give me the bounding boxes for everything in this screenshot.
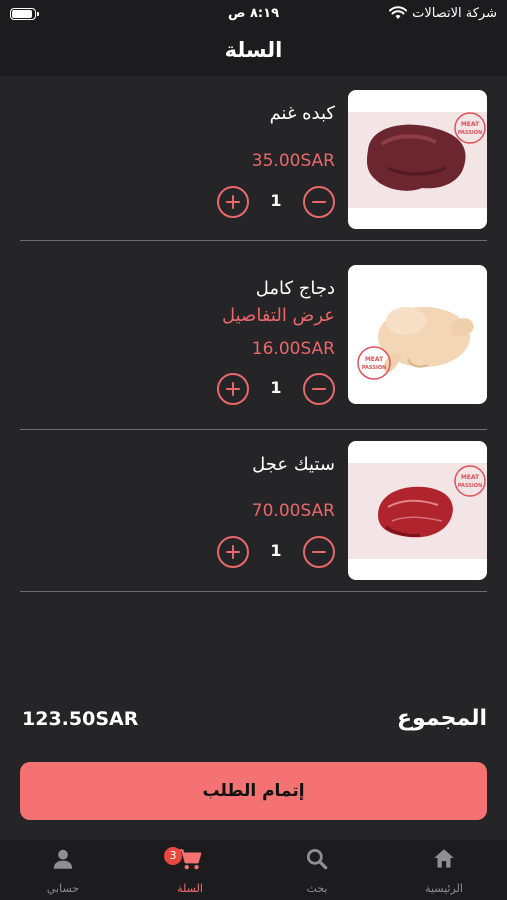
svg-text:MEAT: MEAT [461,121,480,128]
svg-text:MEAT: MEAT [461,474,480,481]
quantity-stepper: 1 [217,536,335,570]
quantity-value: 1 [270,378,282,397]
status-bar: ٨:١٩ ص شركة الاتصالات [0,0,507,28]
svg-text:PASSION: PASSION [458,483,482,489]
tab-account[interactable]: حسابي [0,840,126,900]
tab-cart[interactable]: السلة [127,840,253,900]
svg-text:PASSION: PASSION [362,365,386,371]
quantity-stepper: 1 [217,186,335,220]
wifi-icon [389,6,407,19]
increase-quantity-button[interactable] [217,186,249,218]
cart-count-badge: 3 [164,847,182,865]
cart-item: MEAT PASSION دجاج كامل عرض التفاصيل 16.0… [20,265,487,415]
page-title: السلة [224,38,283,62]
tab-label: الرئيسية [425,882,463,895]
item-price: 70.00SAR [251,501,335,521]
carrier-name: شركة الاتصالات [412,6,497,21]
item-name: ستيك عجل [252,454,335,475]
increase-quantity-button[interactable] [217,373,249,405]
item-name: كبده غنم [269,103,335,124]
page-header: السلة [0,28,507,76]
tab-bar: الرئيسية بحث السلة حسابي 3 [0,840,507,900]
view-details-link[interactable]: عرض التفاصيل [222,305,335,326]
svg-text:MEAT: MEAT [365,356,384,363]
item-name: دجاج كامل [255,278,335,299]
increase-quantity-button[interactable] [217,536,249,568]
home-icon [434,849,454,868]
decrease-quantity-button[interactable] [303,536,335,568]
checkout-button[interactable]: إتمام الطلب [20,762,487,820]
product-image-whole-chicken[interactable]: MEAT PASSION [348,265,487,404]
product-image-veal-steak[interactable]: MEAT PASSION [348,441,487,580]
tab-label: حسابي [46,882,80,895]
quantity-value: 1 [270,541,282,560]
search-icon [306,848,328,870]
quantity-value: 1 [270,191,282,210]
item-price: 16.00SAR [251,339,335,359]
person-icon [53,849,73,869]
tab-label: السلة [177,882,203,895]
divider [20,240,487,241]
product-image-lamb-liver[interactable]: MEAT PASSION [348,90,487,229]
decrease-quantity-button[interactable] [303,186,335,218]
decrease-quantity-button[interactable] [303,373,335,405]
tab-label: بحث [306,882,328,895]
tab-home[interactable]: الرئيسية [381,840,507,900]
item-price: 35.00SAR [251,151,335,171]
total-label: المجموع [397,706,487,731]
svg-text:PASSION: PASSION [458,130,482,136]
cart-item: MEAT PASSION كبده غنم 35.00SAR 1 [20,90,487,240]
tab-search[interactable]: بحث [254,840,380,900]
total-value: 123.50SAR [22,708,139,730]
divider [20,591,487,592]
quantity-stepper: 1 [217,373,335,407]
divider [20,429,487,430]
cart-item: MEAT PASSION ستيك عجل 70.00SAR 1 [20,441,487,591]
